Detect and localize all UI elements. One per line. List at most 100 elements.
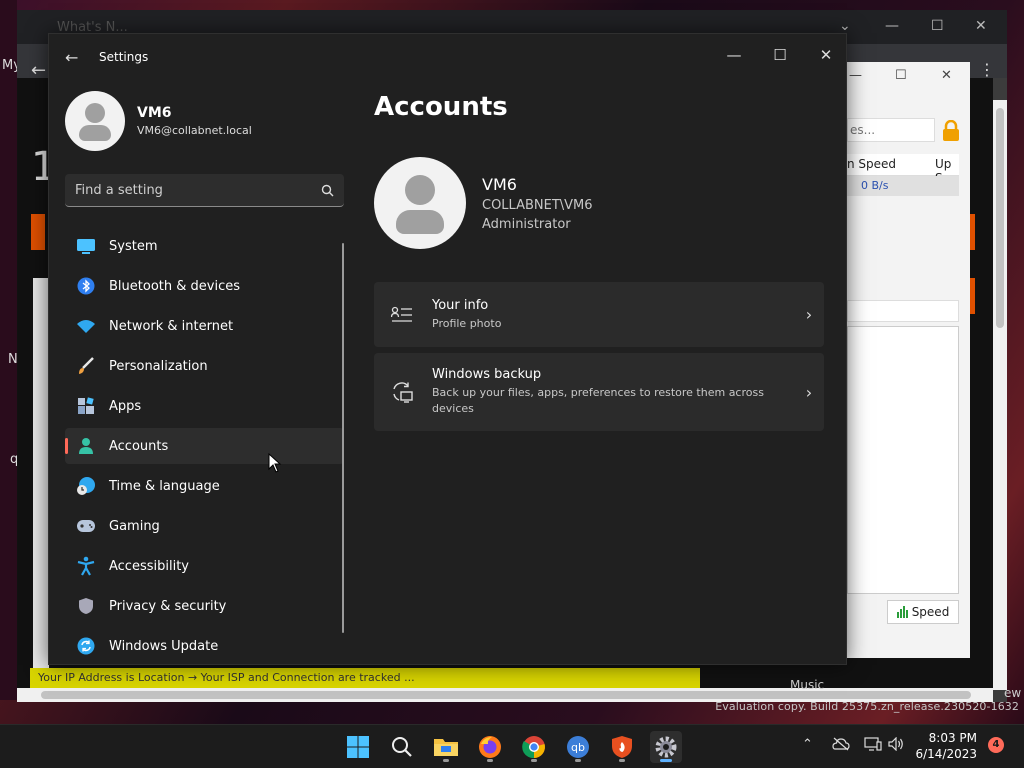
chevron-up-icon[interactable]: ⌃ xyxy=(802,737,813,752)
update-icon xyxy=(75,635,97,657)
volume-icon[interactable] xyxy=(888,736,904,755)
chevron-right-icon: › xyxy=(805,305,813,324)
backup-icon xyxy=(390,380,414,404)
sidebar-item-gaming[interactable]: Gaming xyxy=(65,508,344,544)
background-decoration xyxy=(31,214,45,250)
time-language-icon xyxy=(75,475,97,497)
profile-email: VM6@collabnet.local xyxy=(137,124,252,137)
app-title: Settings xyxy=(99,50,149,64)
qb-titlebar: — ☐ ✕ xyxy=(847,62,970,92)
sidebar-item-accounts[interactable]: Accounts xyxy=(65,428,344,464)
taskbar-security-app[interactable] xyxy=(606,731,638,763)
card-subtitle: Profile photo xyxy=(432,316,502,330)
taskbar-chrome[interactable] xyxy=(518,731,550,763)
shield-flame-icon xyxy=(612,736,632,758)
folder-icon xyxy=(434,739,458,756)
windows-backup-card[interactable]: Windows backup Back up your files, apps,… xyxy=(374,353,824,431)
sidebar-item-label: Apps xyxy=(109,398,142,414)
sidebar-item-label: Time & language xyxy=(109,478,220,494)
sidebar-item-bluetooth[interactable]: Bluetooth & devices xyxy=(65,268,344,304)
sidebar-item-privacy-security[interactable]: Privacy & security xyxy=(65,588,344,624)
display-icon[interactable] xyxy=(864,737,882,755)
sidebar-item-network[interactable]: Network & internet xyxy=(65,308,344,344)
qb-minimize-button[interactable]: — xyxy=(849,68,862,83)
sidebar-item-label: Accessibility xyxy=(109,558,189,574)
avatar[interactable] xyxy=(374,157,466,249)
minimize-button[interactable]: — xyxy=(711,40,757,70)
accounts-icon xyxy=(75,435,97,457)
background-banner: Your IP Address is Location → Your ISP a… xyxy=(30,668,700,688)
profile-header[interactable]: VM6 VM6@collabnet.local xyxy=(65,91,252,151)
account-role: Administrator xyxy=(482,216,571,232)
search-icon xyxy=(392,737,412,757)
chevron-right-icon: › xyxy=(805,382,813,402)
windows-logo-icon xyxy=(347,736,369,758)
qb-maximize-button[interactable]: ☐ xyxy=(895,68,907,83)
settings-navigation: System Bluetooth & devices Network & int… xyxy=(65,228,344,668)
browser-close-button[interactable]: ✕ xyxy=(975,18,987,34)
system-icon xyxy=(75,235,97,257)
taskbar: qb ⌃ 8:03 PM 6/14/2023 4 xyxy=(0,724,1024,768)
browser-maximize-button[interactable]: ☐ xyxy=(931,18,944,34)
qbittorrent-window[interactable]: — ☐ ✕ es... n Speed Up S 0 B/s Speed xyxy=(846,62,970,658)
nav-scrollbar[interactable] xyxy=(342,243,344,633)
sidebar-item-label: Privacy & security xyxy=(109,598,227,614)
taskbar-file-explorer[interactable] xyxy=(430,731,462,763)
browser-minimize-button[interactable]: — xyxy=(885,18,899,34)
your-info-card[interactable]: Your info Profile photo › xyxy=(374,282,824,347)
sidebar-item-accessibility[interactable]: Accessibility xyxy=(65,548,344,584)
browser-menu-icon[interactable]: ⋮ xyxy=(979,60,995,79)
taskbar-clock[interactable]: 8:03 PM 6/14/2023 xyxy=(913,730,977,762)
sidebar-item-time-language[interactable]: Time & language xyxy=(65,468,344,504)
page-title: Accounts xyxy=(374,92,508,122)
account-name: VM6 xyxy=(482,174,517,194)
background-panel xyxy=(33,278,49,668)
speed-chart-icon xyxy=(896,606,908,618)
sidebar-item-personalization[interactable]: Personalization xyxy=(65,348,344,384)
notification-badge[interactable]: 4 xyxy=(988,737,1004,753)
settings-titlebar: ← Settings — ☐ ✕ xyxy=(49,34,846,82)
taskbar-firefox[interactable] xyxy=(474,731,506,763)
taskbar-qbittorrent[interactable]: qb xyxy=(562,731,594,763)
background-music-label: Music xyxy=(790,678,825,692)
accessibility-icon xyxy=(75,555,97,577)
scrollbar-thumb[interactable] xyxy=(996,108,1004,328)
clock-time: 8:03 PM xyxy=(928,731,977,745)
back-arrow-icon[interactable]: ← xyxy=(65,48,78,67)
avatar[interactable] xyxy=(65,91,125,151)
chrome-icon xyxy=(522,736,545,759)
lock-icon[interactable] xyxy=(940,119,962,142)
qb-search-input[interactable]: es... xyxy=(847,118,935,142)
sidebar-item-system[interactable]: System xyxy=(65,228,344,264)
bluetooth-icon xyxy=(75,275,97,297)
background-edge-text: ew xyxy=(1004,686,1022,700)
taskbar-search-button[interactable] xyxy=(386,731,418,763)
network-offline-icon[interactable] xyxy=(832,737,850,755)
sidebar-item-windows-update[interactable]: Windows Update xyxy=(65,628,344,664)
sidebar-item-apps[interactable]: Apps xyxy=(65,388,344,424)
qb-table-header: n Speed Up S xyxy=(847,154,959,185)
account-summary: VM6 COLLABNET\VM6 Administrator xyxy=(374,157,593,249)
taskbar-settings[interactable] xyxy=(650,731,682,763)
search-icon[interactable] xyxy=(321,184,334,197)
qb-column-download-speed[interactable]: n Speed xyxy=(847,157,896,171)
browser-vertical-scrollbar[interactable] xyxy=(993,100,1007,690)
clock-date: 6/14/2023 xyxy=(915,747,977,761)
svg-text:qb: qb xyxy=(571,741,585,754)
close-button[interactable]: ✕ xyxy=(803,40,849,70)
qb-speed-button[interactable]: Speed xyxy=(887,600,959,624)
start-button[interactable] xyxy=(342,731,374,763)
user-info-icon xyxy=(390,303,414,327)
table-row[interactable]: 0 B/s xyxy=(847,176,959,196)
gaming-icon xyxy=(75,515,97,537)
sidebar-item-label: System xyxy=(109,238,158,254)
mouse-cursor xyxy=(268,453,282,473)
evaluation-watermark: Evaluation copy. Build 25375.zn_release.… xyxy=(715,700,1019,713)
search-input[interactable]: Find a setting xyxy=(65,174,344,207)
maximize-button[interactable]: ☐ xyxy=(757,40,803,70)
browser-dropdown-icon[interactable]: ⌄ xyxy=(839,18,851,34)
qb-close-button[interactable]: ✕ xyxy=(941,68,952,83)
sidebar-item-label: Accounts xyxy=(109,438,169,454)
scrollbar-thumb[interactable] xyxy=(41,691,971,699)
settings-window[interactable]: ← Settings — ☐ ✕ VM6 VM6@collabnet.local… xyxy=(48,33,847,665)
